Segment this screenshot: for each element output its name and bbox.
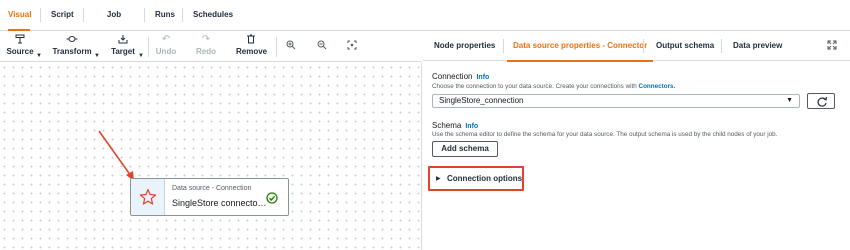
- add-schema-button[interactable]: Add schema: [432, 141, 498, 157]
- remove-button[interactable]: Remove: [236, 34, 267, 60]
- connection-description: Choose the connection to your data sourc…: [432, 83, 676, 90]
- tab-data-preview[interactable]: Data preview: [733, 31, 782, 61]
- editor-toolbar: Source ▼ Transform ▼ Target ▼ ↶ Undo ↷ R…: [0, 31, 422, 62]
- node-icon-area: [131, 179, 165, 215]
- tab-divider: [721, 39, 722, 53]
- schema-description: Use the schema editor to define the sche…: [432, 131, 778, 138]
- refresh-button[interactable]: [807, 93, 835, 109]
- schema-info-link[interactable]: Info: [465, 123, 478, 130]
- node-name: SingleStore connecto…: [172, 198, 267, 208]
- caret-right-icon: ▶: [436, 176, 441, 182]
- check-circle-icon: [266, 192, 278, 204]
- connection-select[interactable]: SingleStore_connection ▼: [432, 94, 800, 108]
- schema-label: Schema Info: [432, 121, 479, 130]
- trash-icon: [236, 34, 266, 46]
- tab-visual[interactable]: Visual: [8, 0, 31, 31]
- tab-output-schema[interactable]: Output schema: [656, 31, 714, 61]
- undo-icon: ↶: [161, 34, 171, 45]
- toolbar-divider: [148, 37, 149, 57]
- transform-button[interactable]: Transform: [52, 34, 92, 60]
- target-button[interactable]: Target: [110, 34, 136, 60]
- redo-button[interactable]: ↷ Redo: [195, 34, 217, 60]
- target-icon: [110, 34, 136, 46]
- tab-job-details[interactable]: Job details: [94, 0, 134, 49]
- tab-data-source-properties[interactable]: Data source properties - Connector: [506, 31, 654, 62]
- connectors-link[interactable]: Connectors.: [639, 83, 676, 90]
- connection-options-expander[interactable]: ▶ Connection options: [428, 166, 524, 191]
- transform-icon: [52, 34, 92, 46]
- zoom-out-icon[interactable]: [316, 40, 328, 52]
- connection-info-link[interactable]: Info: [476, 74, 489, 81]
- caret-down-icon: ▼: [786, 97, 793, 104]
- tab-script[interactable]: Script: [51, 0, 74, 30]
- source-icon: [6, 34, 34, 46]
- toolbar-divider: [276, 37, 277, 57]
- undo-button[interactable]: ↶ Undo: [155, 34, 177, 60]
- tab-divider: [643, 39, 644, 53]
- refresh-icon: [817, 96, 828, 107]
- fit-view-icon[interactable]: [346, 40, 358, 52]
- tab-node-properties[interactable]: Node properties: [434, 31, 495, 61]
- source-button[interactable]: Source: [6, 34, 34, 60]
- tab-divider: [182, 8, 183, 22]
- visual-canvas[interactable]: [0, 63, 422, 250]
- connector-star-icon: [139, 188, 157, 205]
- tab-divider: [40, 8, 41, 22]
- redo-icon: ↷: [201, 34, 211, 45]
- connection-label: Connection Info: [432, 72, 490, 81]
- zoom-in-icon[interactable]: [285, 40, 297, 52]
- expand-icon[interactable]: [827, 40, 837, 50]
- tab-divider: [144, 8, 145, 22]
- tab-divider: [503, 39, 504, 53]
- top-tab-bar: Visual Script Job details Runs Schedules: [0, 0, 850, 49]
- target-dropdown-caret[interactable]: ▼: [138, 53, 144, 59]
- source-dropdown-caret[interactable]: ▼: [36, 53, 42, 59]
- tab-divider: [83, 8, 84, 22]
- panel-tab-bar: Node properties Data source properties -…: [423, 31, 850, 62]
- transform-dropdown-caret[interactable]: ▼: [94, 53, 100, 59]
- tab-runs[interactable]: Runs: [155, 0, 175, 30]
- tab-schedules[interactable]: Schedules: [193, 0, 233, 30]
- node-type-label: Data source - Connection: [172, 185, 252, 192]
- data-source-node[interactable]: Data source - Connection SingleStore con…: [130, 178, 289, 216]
